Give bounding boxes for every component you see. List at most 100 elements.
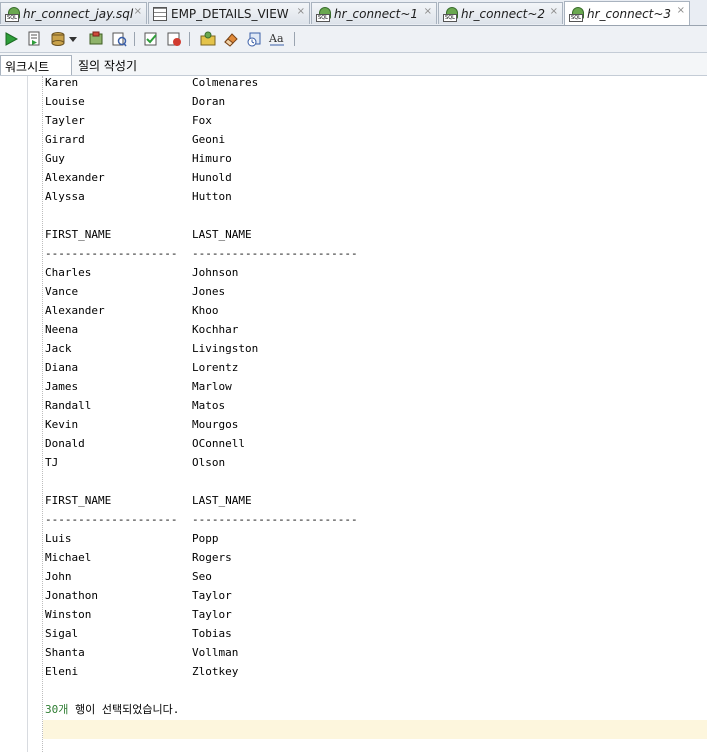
last-name-cell: Popp: [192, 532, 219, 545]
tab-worksheet[interactable]: 워크시트: [0, 55, 72, 75]
first-name-cell: James: [45, 380, 79, 393]
column-header-last-name: LAST_NAME: [192, 494, 252, 507]
result-row: Neena Kochhar: [45, 320, 238, 339]
tuning-advisor-icon[interactable]: [198, 29, 218, 49]
tab-label: hr_connect~3: [587, 6, 672, 21]
result-row: Winston Taylor: [45, 605, 232, 624]
rollback-icon[interactable]: [86, 29, 106, 49]
first-name-cell: Neena: [45, 323, 79, 336]
current-line-highlight[interactable]: [43, 720, 707, 739]
result-row: Luis Popp: [45, 529, 219, 548]
close-icon[interactable]: ×: [677, 5, 685, 16]
script-output-pane: Karen Colmenares Louise Doran Tayler Fox Gi…: [0, 76, 707, 752]
sql-file-icon: SQL: [569, 6, 584, 22]
toolbar-separator: [294, 32, 295, 46]
first-name-cell: Donald: [45, 437, 85, 450]
margin-guide: [42, 76, 43, 752]
dropdown-arrow-icon[interactable]: [67, 29, 79, 49]
last-name-cell: Rogers: [192, 551, 232, 564]
result-row: Kevin Mourgos: [45, 415, 238, 434]
worksheet-subtabs: 워크시트 질의 작성기: [0, 53, 707, 76]
sql-file-icon: SQL: [5, 6, 20, 22]
last-name-cell: Mourgos: [192, 418, 239, 431]
last-name-cell: Doran: [192, 95, 226, 108]
tab-hr-connect-3[interactable]: SQL hr_connect~3 ×: [564, 1, 690, 25]
first-name-cell: Randall: [45, 399, 92, 412]
last-name-cell: Khoo: [192, 304, 219, 317]
tab-query-builder[interactable]: 질의 작성기: [74, 55, 143, 75]
result-row: Guy Himuro: [45, 149, 232, 168]
first-name-cell: Guy: [45, 152, 65, 165]
explain-plan-icon[interactable]: [109, 29, 129, 49]
first-name-cell: Charles: [45, 266, 92, 279]
first-name-cell: Jack: [45, 342, 72, 355]
tab-hr-connect-1[interactable]: SQL hr_connect~1 ×: [311, 2, 437, 24]
result-row: Donald OConnell: [45, 434, 245, 453]
autotrace-icon[interactable]: [141, 29, 161, 49]
editor-tab-strip: SQL hr_connect_jay.sql × EMP_DETAILS_VIE…: [0, 0, 707, 26]
tab-emp-details-view[interactable]: EMP_DETAILS_VIEW ×: [148, 2, 310, 24]
first-name-cell: Shanta: [45, 646, 85, 659]
result-row: Michael Rogers: [45, 548, 232, 567]
result-row: Sigal Tobias: [45, 624, 232, 643]
tab-label: hr_connect_jay.sql: [23, 6, 134, 21]
toolbar-separator: [134, 32, 135, 46]
last-name-cell: Lorentz: [192, 361, 239, 374]
header-underline: -------------------------: [192, 247, 358, 260]
header-underline-row: -------------------- --------------------…: [45, 244, 358, 263]
header-underline: --------------------: [45, 513, 178, 526]
column-header-row: FIRST_NAME LAST_NAME: [45, 491, 252, 510]
last-name-cell: Taylor: [192, 608, 232, 621]
run-script-icon[interactable]: [24, 29, 44, 49]
column-header-first-name: FIRST_NAME: [45, 494, 112, 507]
result-row: Alexander Khoo: [45, 301, 219, 320]
last-name-cell: OConnell: [192, 437, 245, 450]
first-name-cell: Jonathon: [45, 589, 98, 602]
close-icon[interactable]: ×: [550, 6, 558, 17]
first-name-cell: John: [45, 570, 72, 583]
first-name-cell: TJ: [45, 456, 59, 469]
result-row: Tayler Fox: [45, 111, 212, 130]
column-header-row: FIRST_NAME LAST_NAME: [45, 225, 252, 244]
last-name-cell: Geoni: [192, 133, 226, 146]
line-gutter: [0, 76, 28, 752]
row-count: 30개: [45, 703, 69, 716]
header-underline-row: -------------------- --------------------…: [45, 510, 358, 529]
result-row: Alexander Hunold: [45, 168, 232, 187]
last-name-cell: Hunold: [192, 171, 232, 184]
commit-icon[interactable]: [48, 29, 68, 49]
first-name-cell: Alyssa: [45, 190, 85, 203]
close-icon[interactable]: ×: [134, 6, 142, 17]
last-name-cell: Taylor: [192, 589, 232, 602]
tab-hr-connect-2[interactable]: SQL hr_connect~2 ×: [438, 2, 563, 24]
first-name-cell: Kevin: [45, 418, 79, 431]
column-header-last-name: LAST_NAME: [192, 228, 252, 241]
sql-history-icon[interactable]: [164, 29, 184, 49]
tab-label: hr_connect~1: [334, 6, 419, 21]
tab-hr-connect-jay[interactable]: SQL hr_connect_jay.sql ×: [0, 2, 147, 24]
eraser-icon[interactable]: [221, 29, 241, 49]
result-row: Louise Doran: [45, 92, 225, 111]
result-row: Jack Livingston: [45, 339, 258, 358]
result-row: Shanta Vollman: [45, 643, 238, 662]
status-message: 행이 선택되었습니다.: [68, 703, 180, 716]
result-row: Diana Lorentz: [45, 358, 238, 377]
last-name-cell: Colmenares: [192, 76, 259, 89]
result-row: Vance Jones: [45, 282, 225, 301]
last-name-cell: Hutton: [192, 190, 232, 203]
result-row: Karen Colmenares: [45, 76, 258, 92]
first-name-cell: Alexander: [45, 171, 105, 184]
run-statement-icon[interactable]: [1, 29, 21, 49]
unshared-worksheet-icon[interactable]: [244, 29, 264, 49]
close-icon[interactable]: ×: [424, 6, 432, 17]
last-name-cell: Seo: [192, 570, 212, 583]
toolbar-separator: [189, 32, 190, 46]
to-upper-lower-icon[interactable]: Aa: [267, 29, 287, 49]
result-row: Randall Matos: [45, 396, 225, 415]
first-name-cell: Louise: [45, 95, 85, 108]
close-icon[interactable]: ×: [297, 6, 305, 17]
last-name-cell: Livingston: [192, 342, 259, 355]
header-underline: -------------------------: [192, 513, 358, 526]
result-row: Jonathon Taylor: [45, 586, 232, 605]
tab-label: EMP_DETAILS_VIEW: [171, 6, 289, 21]
